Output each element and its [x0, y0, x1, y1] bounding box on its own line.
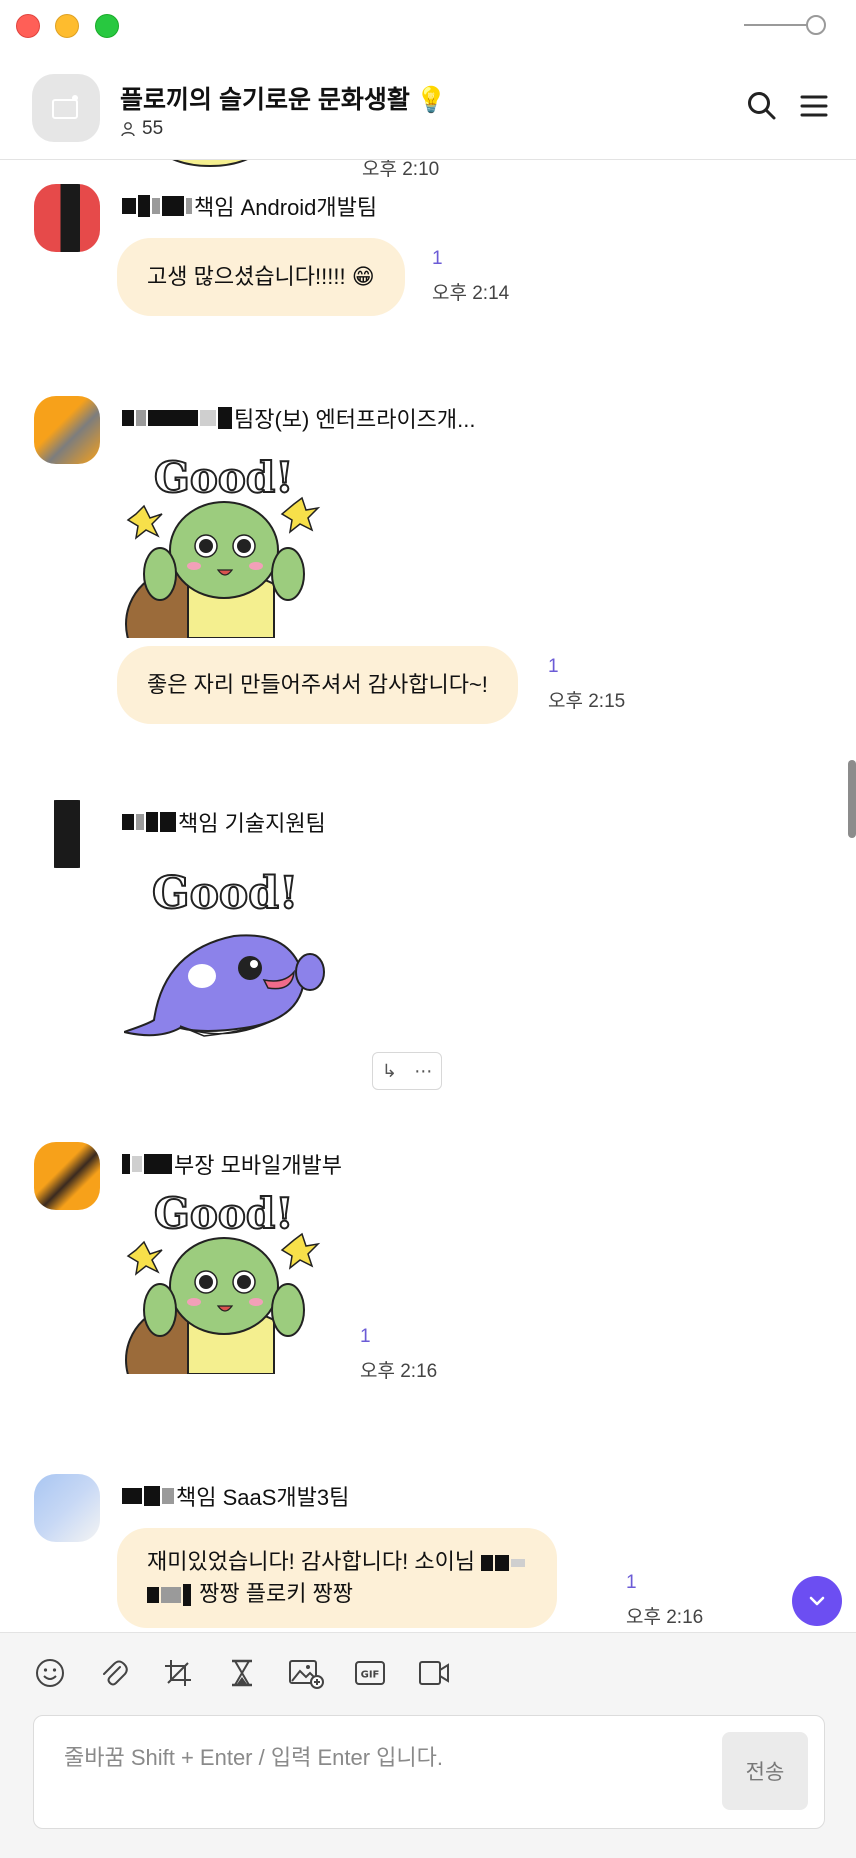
- gif-label: GIF: [361, 1670, 380, 1681]
- room-title-text: 플로끼의 슬기로운 문화생활: [120, 86, 410, 114]
- sticker-caption: Good!: [152, 868, 298, 919]
- avatar[interactable]: [34, 184, 100, 252]
- message-text-line: 짱짱 플로키 짱짱: [147, 1578, 527, 1610]
- menu-icon[interactable]: [796, 88, 832, 124]
- reply-arrow-icon[interactable]: ↳: [382, 1061, 397, 1082]
- search-icon[interactable]: [744, 88, 780, 124]
- video-button[interactable]: [414, 1653, 454, 1693]
- avatar[interactable]: [34, 1474, 100, 1542]
- sender-name: 책임 Android개발팀: [122, 190, 377, 222]
- window-titlebar: [0, 0, 856, 52]
- sticker-good-orca[interactable]: Good!: [124, 860, 354, 1060]
- emoji-icon: [36, 1659, 64, 1687]
- sticker-caption: Good!: [154, 454, 294, 502]
- avatar[interactable]: [34, 800, 100, 868]
- close-window-button[interactable]: [16, 14, 40, 38]
- opacity-slider-knob[interactable]: [806, 15, 826, 35]
- sticker-turtle-partial: [172, 160, 248, 167]
- sender-name: 책임 기술지원팀: [122, 806, 326, 838]
- message-composer: GIF 전송: [0, 1632, 856, 1858]
- sender-name: 책임 SaaS개발3팀: [122, 1480, 349, 1512]
- sticker-good-turtle[interactable]: Good!: [124, 1190, 324, 1374]
- emoji-button[interactable]: [30, 1653, 70, 1693]
- send-button[interactable]: 전송: [722, 1732, 808, 1810]
- read-count: 1: [360, 1326, 371, 1347]
- image-add-button[interactable]: [286, 1653, 326, 1693]
- sticker-caption: Good!: [154, 1190, 294, 1238]
- sender-role-team: 책임 SaaS개발3팀: [176, 1485, 350, 1510]
- gif-button[interactable]: GIF: [350, 1653, 390, 1693]
- sender-name: 팀장(보) 엔터프라이즈개...: [122, 402, 476, 434]
- message-time: 오후 2:15: [548, 691, 626, 712]
- message-actions: ↳ ⋯: [372, 1052, 442, 1090]
- crop-icon: [165, 1660, 191, 1686]
- message-text-line: 재미있었습니다! 감사합니다! 소이님: [147, 1546, 527, 1578]
- message-time: 오후 2:16: [360, 1361, 438, 1382]
- message-bubble[interactable]: 재미있었습니다! 감사합니다! 소이님 짱짱 플로키 짱짱: [117, 1528, 558, 1628]
- room-title: 플로끼의 슬기로운 문화생활 💡: [120, 80, 447, 116]
- more-icon[interactable]: ⋯: [414, 1061, 432, 1082]
- message-meta: 1 오후 2:14: [432, 248, 509, 305]
- read-count: 1: [432, 248, 443, 269]
- avatar[interactable]: [34, 1142, 100, 1210]
- sticker-good-turtle[interactable]: Good!: [124, 454, 324, 638]
- composer-toolbar: GIF: [30, 1653, 454, 1693]
- member-count-value: 55: [142, 118, 164, 139]
- gif-icon: GIF: [355, 1661, 385, 1685]
- message-meta: 1 오후 2:15: [548, 656, 625, 713]
- lightbulb-icon: 💡: [415, 86, 448, 114]
- message-list[interactable]: 오후 2:10 책임 Android개발팀 고생 많으셨습니다!!!!! 😁 1…: [0, 160, 856, 1632]
- sender-role-team: 팀장(보) 엔터프라이즈개...: [234, 407, 476, 432]
- message-input-box: 전송: [33, 1715, 825, 1829]
- chevron-down-icon: [809, 1596, 825, 1606]
- message-time: 오후 2:16: [626, 1607, 704, 1628]
- scroll-to-bottom-button[interactable]: [792, 1576, 842, 1626]
- member-count[interactable]: 55: [120, 118, 163, 140]
- video-icon: [419, 1661, 449, 1685]
- message-meta: 1 오후 2:16: [360, 1326, 437, 1383]
- hourglass-icon: [232, 1659, 252, 1687]
- sender-role-team: 부장 모바일개발부: [174, 1153, 343, 1178]
- sender-role-team: 책임 Android개발팀: [194, 195, 378, 220]
- read-count: 1: [548, 656, 559, 677]
- message-time: 오후 2:14: [432, 283, 510, 304]
- message-scrollbar[interactable]: [848, 760, 856, 838]
- chat-header: 플로끼의 슬기로운 문화생활 💡 55: [0, 52, 856, 160]
- opacity-slider-track[interactable]: [744, 24, 814, 26]
- timer-button[interactable]: [222, 1653, 262, 1693]
- read-count: 1: [626, 1572, 637, 1593]
- zoom-window-button[interactable]: [95, 14, 119, 38]
- message-meta: 오후 2:10: [362, 160, 439, 181]
- sender-name: 부장 모바일개발부: [122, 1148, 342, 1180]
- message-bubble[interactable]: 고생 많으셨습니다!!!!! 😁: [117, 238, 405, 316]
- message-input[interactable]: [64, 1740, 714, 1800]
- attach-icon: [103, 1660, 128, 1686]
- image-add-icon: [289, 1660, 324, 1689]
- minimize-window-button[interactable]: [55, 14, 79, 38]
- avatar[interactable]: [34, 396, 100, 464]
- message-time: 오후 2:10: [362, 160, 440, 180]
- message-bubble[interactable]: 좋은 자리 만들어주셔서 감사합니다~!: [117, 646, 518, 724]
- crop-button[interactable]: [158, 1653, 198, 1693]
- sender-role-team: 책임 기술지원팀: [178, 811, 326, 836]
- room-avatar[interactable]: [32, 74, 100, 142]
- message-meta: 1 오후 2:16: [626, 1572, 703, 1629]
- person-icon: [121, 122, 135, 137]
- attach-button[interactable]: [94, 1653, 134, 1693]
